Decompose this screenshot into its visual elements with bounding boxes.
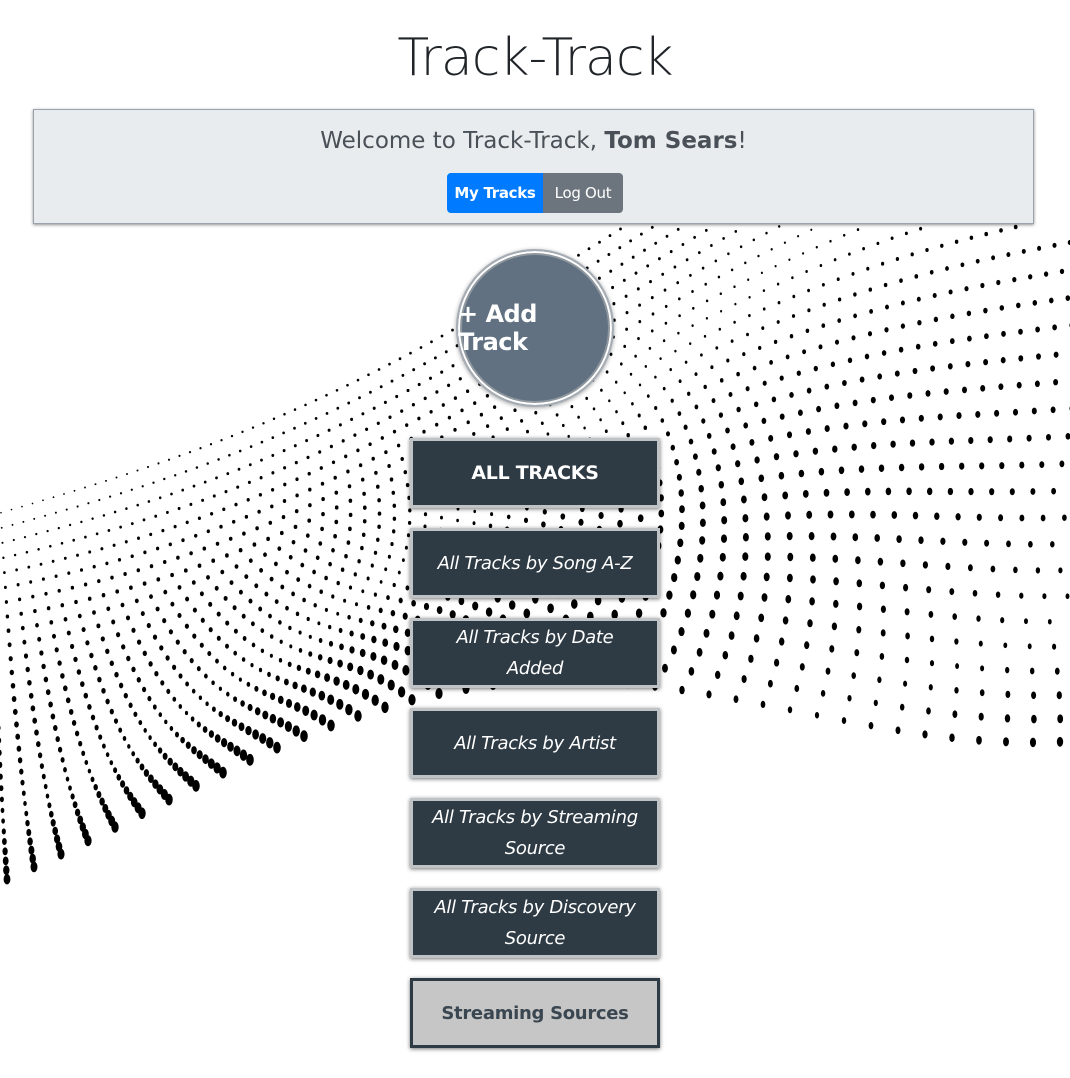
page-title: Track-Track	[397, 28, 673, 88]
welcome-greeting: Welcome to Track-Track,	[320, 128, 605, 154]
tracks-by-streaming-source-button[interactable]: All Tracks by Streaming Source	[410, 798, 660, 868]
all-tracks-button[interactable]: ALL TRACKS	[410, 438, 660, 508]
user-name: Tom Sears	[604, 128, 738, 154]
streaming-sources-button[interactable]: Streaming Sources	[410, 978, 660, 1048]
account-button-group: My Tracks Log Out	[447, 173, 623, 213]
log-out-button[interactable]: Log Out	[543, 173, 623, 213]
welcome-message: Welcome to Track-Track, Tom Sears!	[34, 128, 1033, 154]
tracks-by-song-button[interactable]: All Tracks by Song A-Z	[410, 528, 660, 598]
welcome-suffix: !	[737, 128, 747, 154]
welcome-panel: Welcome to Track-Track, Tom Sears! My Tr…	[33, 109, 1034, 224]
tracks-by-artist-button[interactable]: All Tracks by Artist	[410, 708, 660, 778]
add-track-button[interactable]: + Add Track	[456, 249, 614, 407]
my-tracks-button[interactable]: My Tracks	[447, 173, 543, 213]
tracks-by-discovery-source-button[interactable]: All Tracks by Discovery Source	[410, 888, 660, 958]
tracks-by-date-button[interactable]: All Tracks by Date Added	[410, 618, 660, 688]
